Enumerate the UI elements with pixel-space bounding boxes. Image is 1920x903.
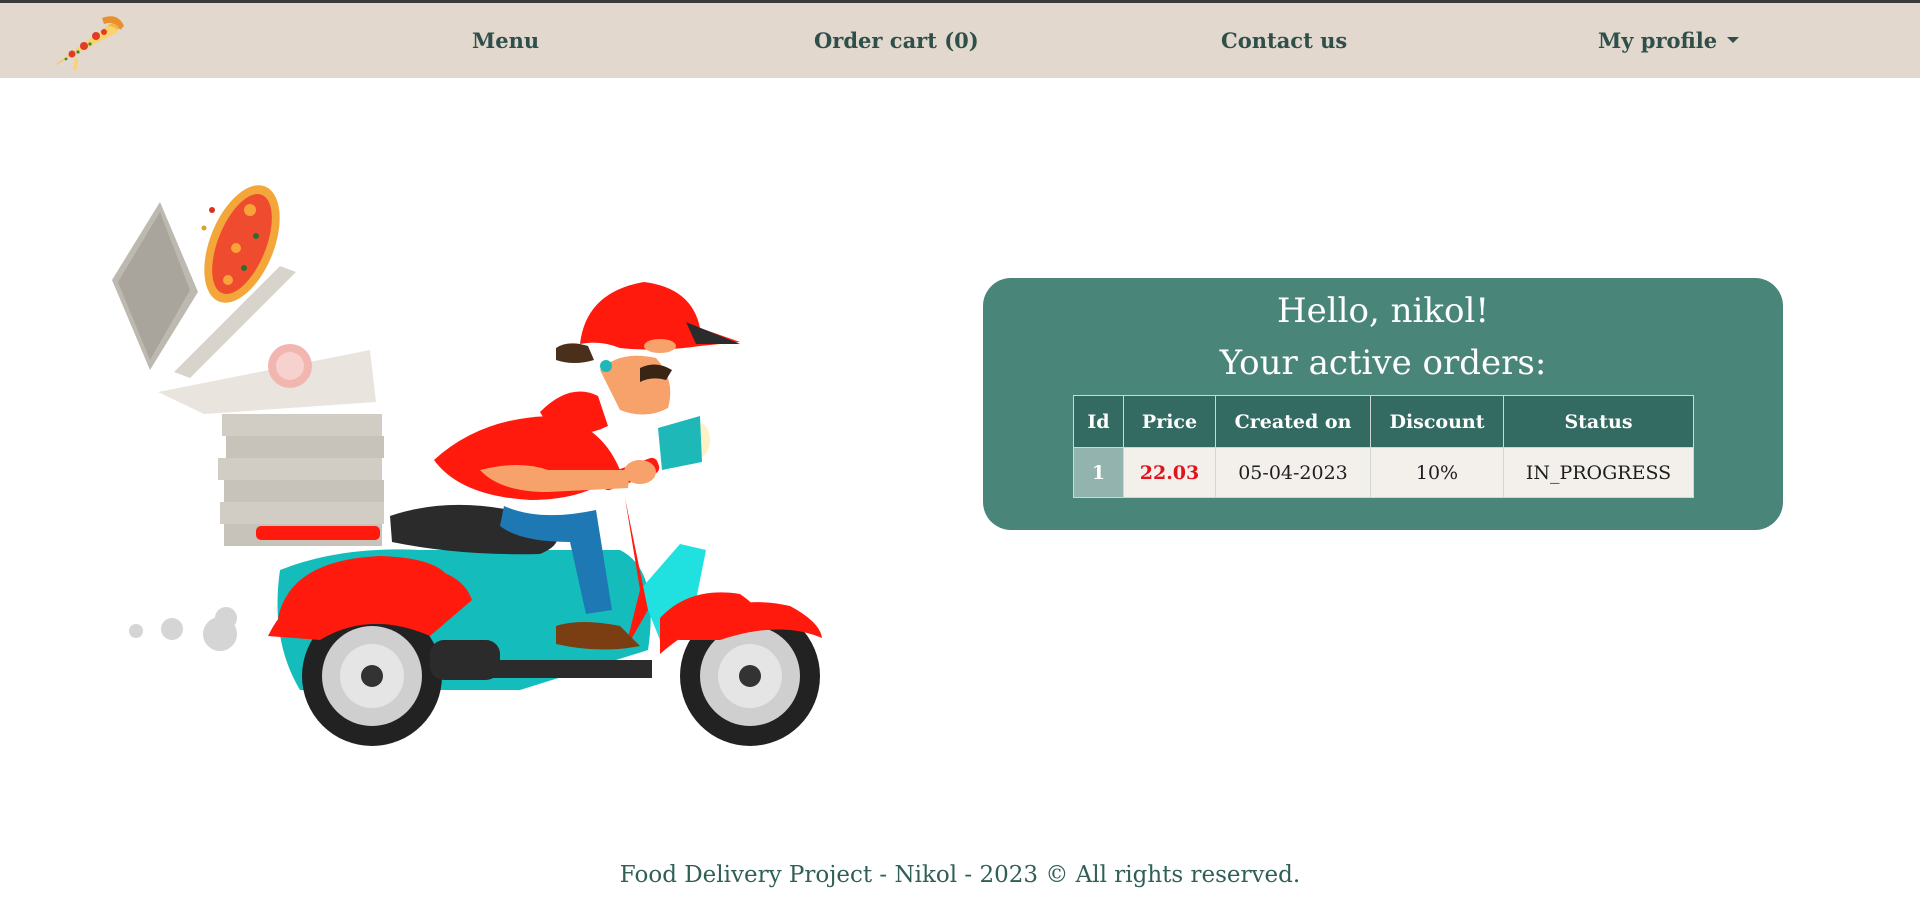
- navbar: Menu Order cart (0) Contact us My profil…: [0, 3, 1920, 78]
- nav-profile-label: My profile: [1598, 28, 1718, 53]
- order-price-cell: 22.03: [1123, 447, 1216, 498]
- footer-copyright: Food Delivery Project - Nikol - 2023 © A…: [619, 862, 1301, 888]
- table-row: 1 22.03 05-04-2023 10% IN_PROGRESS: [1073, 447, 1694, 498]
- column-header-id: Id: [1073, 395, 1124, 448]
- column-header-price: Price: [1123, 395, 1216, 448]
- order-id-cell: 1: [1073, 447, 1124, 498]
- nav-menu-link[interactable]: Menu: [472, 3, 539, 78]
- active-orders-heading: Your active orders:: [1219, 343, 1547, 383]
- pizza-slice-icon[interactable]: [46, 10, 126, 72]
- order-discount-cell: 10%: [1370, 447, 1504, 498]
- order-created-on-cell: 05-04-2023: [1215, 447, 1371, 498]
- column-header-discount: Discount: [1370, 395, 1504, 448]
- chevron-down-icon: [1727, 36, 1740, 43]
- order-status-cell: IN_PROGRESS: [1503, 447, 1694, 498]
- table-header-row: Id Price Created on Discount Status: [1073, 395, 1694, 448]
- active-orders-panel: Hello, nikol! Your active orders: Id Pri…: [983, 278, 1783, 530]
- nav-cart-link[interactable]: Order cart (0): [814, 3, 979, 78]
- pizza-delivery-scooter-illustration: [100, 170, 840, 760]
- orders-table: Id Price Created on Discount Status 1 22…: [1073, 395, 1694, 498]
- nav-profile-dropdown[interactable]: My profile: [1598, 3, 1740, 78]
- column-header-status: Status: [1503, 395, 1694, 448]
- column-header-created-on: Created on: [1215, 395, 1371, 448]
- nav-contact-link[interactable]: Contact us: [1221, 3, 1347, 78]
- greeting-heading: Hello, nikol!: [1277, 291, 1489, 331]
